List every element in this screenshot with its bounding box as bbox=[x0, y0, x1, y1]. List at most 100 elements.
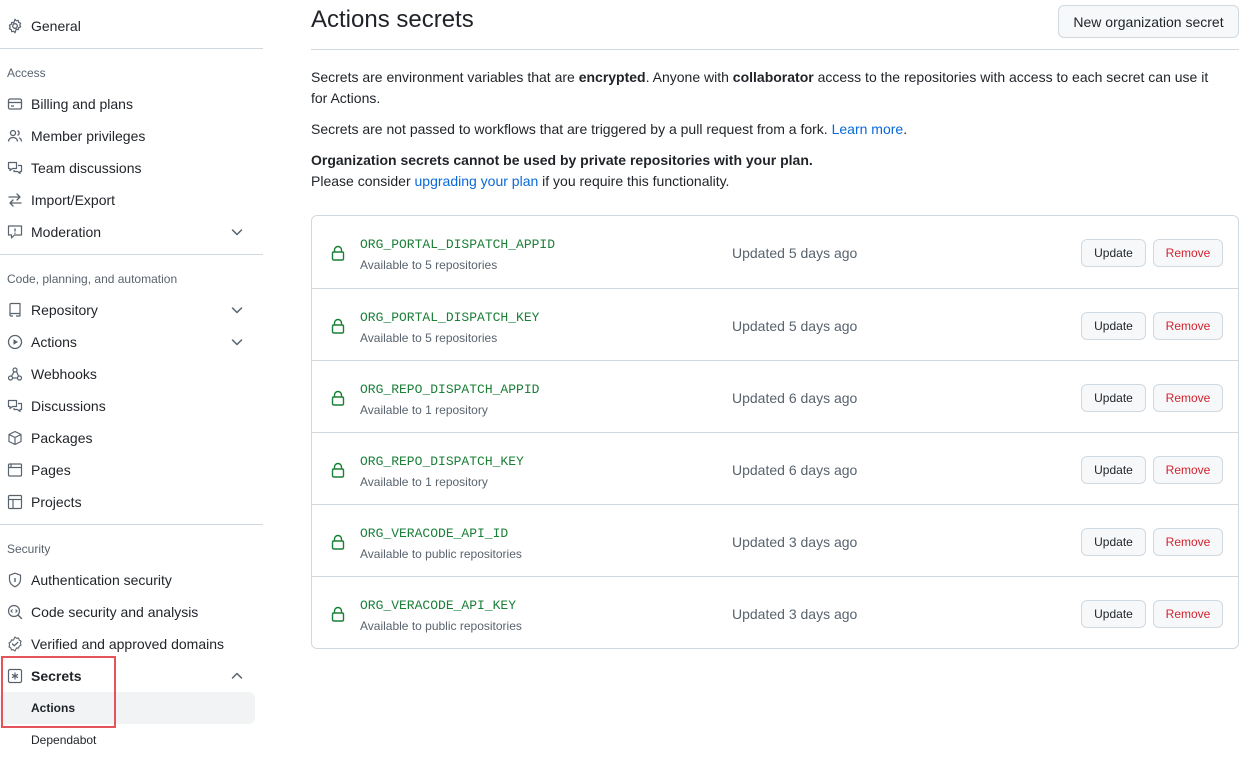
browser-icon bbox=[7, 462, 23, 478]
secret-availability: Available to public repositories bbox=[360, 619, 522, 633]
update-button[interactable]: Update bbox=[1081, 600, 1146, 628]
secret-name: ORG_REPO_DISPATCH_KEY bbox=[360, 454, 524, 469]
intro-paragraph-forks: Secrets are not passed to workflows that… bbox=[311, 119, 1221, 140]
intro-text: Secrets are environment variables that a… bbox=[311, 69, 579, 85]
sidebar-item-label: Webhooks bbox=[31, 366, 97, 382]
remove-button[interactable]: Remove bbox=[1153, 528, 1223, 556]
intro-text: . Anyone with bbox=[645, 69, 733, 85]
sidebar-item-label: Projects bbox=[31, 494, 82, 510]
repo-icon bbox=[7, 302, 23, 318]
secret-availability: Available to public repositories bbox=[360, 547, 522, 561]
chevron-up-icon bbox=[229, 668, 245, 684]
update-button[interactable]: Update bbox=[1081, 239, 1146, 267]
remove-button[interactable]: Remove bbox=[1153, 600, 1223, 628]
availability-value: 1 repository bbox=[425, 475, 488, 489]
secret-name: ORG_PORTAL_DISPATCH_KEY bbox=[360, 310, 540, 325]
sidebar-divider bbox=[0, 48, 263, 49]
plan-warning: Organization secrets cannot be used by p… bbox=[311, 152, 813, 168]
lock-icon bbox=[331, 318, 345, 334]
sidebar-item-discussions[interactable]: Discussions bbox=[0, 390, 255, 422]
availability-prefix: Available to bbox=[360, 475, 426, 489]
sidebar-divider bbox=[0, 254, 263, 255]
availability-value: public repositories bbox=[425, 547, 522, 561]
sidebar-subitem-label: Dependabot bbox=[31, 733, 97, 747]
intro-paragraph-encryption: Secrets are environment variables that a… bbox=[311, 67, 1221, 109]
availability-value: 5 repositories bbox=[425, 331, 498, 345]
report-icon bbox=[7, 224, 23, 240]
remove-button[interactable]: Remove bbox=[1153, 384, 1223, 412]
sidebar-subitem-dependabot[interactable]: Dependabot bbox=[0, 724, 255, 756]
sidebar-item-packages[interactable]: Packages bbox=[0, 422, 255, 454]
comment-discussion-icon bbox=[7, 398, 23, 414]
sidebar-item-code-security[interactable]: Code security and analysis bbox=[0, 596, 255, 628]
sidebar-item-label: Verified and approved domains bbox=[31, 636, 225, 652]
package-icon bbox=[7, 430, 23, 446]
sidebar-item-label: Team discussions bbox=[31, 160, 142, 176]
shield-lock-icon bbox=[7, 572, 23, 588]
intro-bold-collaborator: collaborator bbox=[732, 69, 814, 85]
chevron-down-icon bbox=[229, 302, 245, 318]
sidebar-divider bbox=[0, 524, 263, 525]
sidebar-item-webhooks[interactable]: Webhooks bbox=[0, 358, 255, 390]
sidebar-item-projects[interactable]: Projects bbox=[0, 486, 255, 518]
intro-text: if you require this functionality. bbox=[538, 173, 730, 189]
sidebar-item-label: Pages bbox=[31, 462, 71, 478]
codescan-icon bbox=[7, 604, 23, 620]
sidebar-item-label: Repository bbox=[31, 302, 98, 318]
secret-name: ORG_REPO_DISPATCH_APPID bbox=[360, 382, 540, 397]
chevron-down-icon bbox=[229, 334, 245, 350]
secret-row: ORG_VERACODE_API_KEY Available to public… bbox=[312, 576, 1238, 648]
remove-button[interactable]: Remove bbox=[1153, 312, 1223, 340]
secret-row: ORG_REPO_DISPATCH_KEY Available to 1 rep… bbox=[312, 432, 1238, 504]
secret-row: ORG_VERACODE_API_ID Available to public … bbox=[312, 504, 1238, 576]
upgrade-plan-link[interactable]: upgrading your plan bbox=[415, 173, 539, 189]
credit-card-icon bbox=[7, 96, 23, 112]
secret-name: ORG_VERACODE_API_KEY bbox=[360, 598, 517, 613]
intro-bold-encrypted: encrypted bbox=[578, 69, 646, 85]
sidebar-item-member-privileges[interactable]: Member privileges bbox=[0, 120, 255, 152]
update-button[interactable]: Update bbox=[1081, 456, 1146, 484]
sidebar-item-authentication-security[interactable]: Authentication security bbox=[0, 564, 255, 596]
sidebar-item-moderation[interactable]: Moderation bbox=[0, 216, 255, 248]
sidebar-item-label: Import/Export bbox=[31, 192, 116, 208]
verified-icon bbox=[7, 636, 23, 652]
availability-value: 5 repositories bbox=[425, 258, 498, 272]
arrow-switch-icon bbox=[7, 192, 23, 208]
sidebar-item-billing[interactable]: Billing and plans bbox=[0, 88, 255, 120]
availability-value: 1 repository bbox=[425, 403, 488, 417]
update-button[interactable]: Update bbox=[1081, 528, 1146, 556]
secret-updated: Updated 6 days ago bbox=[732, 390, 858, 406]
lock-icon bbox=[331, 534, 345, 550]
highlight-annotation bbox=[1, 656, 116, 728]
sidebar-item-pages[interactable]: Pages bbox=[0, 454, 255, 486]
sidebar-item-repository[interactable]: Repository bbox=[0, 294, 255, 326]
new-organization-secret-button[interactable]: New organization secret bbox=[1058, 5, 1239, 38]
secret-availability: Available to 1 repository bbox=[360, 475, 488, 489]
secret-availability: Available to 5 repositories bbox=[360, 258, 497, 272]
secret-row: ORG_PORTAL_DISPATCH_KEY Available to 5 r… bbox=[312, 288, 1238, 360]
secret-row: ORG_PORTAL_DISPATCH_APPID Available to 5… bbox=[312, 216, 1238, 288]
lock-icon bbox=[331, 245, 345, 261]
intro-text: Please consider bbox=[311, 173, 415, 189]
table-icon bbox=[7, 494, 23, 510]
sidebar-item-import-export[interactable]: Import/Export bbox=[0, 184, 255, 216]
secret-updated: Updated 6 days ago bbox=[732, 462, 858, 478]
sidebar-item-actions[interactable]: Actions bbox=[0, 326, 255, 358]
sidebar-item-team-discussions[interactable]: Team discussions bbox=[0, 152, 255, 184]
update-button[interactable]: Update bbox=[1081, 312, 1146, 340]
learn-more-link[interactable]: Learn more bbox=[832, 121, 904, 137]
remove-button[interactable]: Remove bbox=[1153, 456, 1223, 484]
secret-updated: Updated 5 days ago bbox=[732, 245, 858, 261]
play-icon bbox=[7, 334, 23, 350]
sidebar-item-label: General bbox=[31, 18, 81, 34]
remove-button[interactable]: Remove bbox=[1153, 239, 1223, 267]
availability-prefix: Available to bbox=[360, 547, 426, 561]
sidebar-item-label: Actions bbox=[31, 334, 77, 350]
lock-icon bbox=[331, 606, 345, 622]
sidebar-item-label: Member privileges bbox=[31, 128, 146, 144]
update-button[interactable]: Update bbox=[1081, 384, 1146, 412]
sidebar-item-general[interactable]: General bbox=[0, 10, 255, 42]
availability-prefix: Available to bbox=[360, 403, 426, 417]
secret-availability: Available to 5 repositories bbox=[360, 331, 497, 345]
secret-updated: Updated 3 days ago bbox=[732, 534, 858, 550]
